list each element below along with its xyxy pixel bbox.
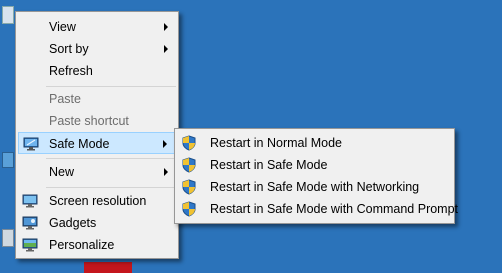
desktop-taskbar-fragment: [84, 262, 132, 273]
gadgets-icon: [22, 215, 38, 231]
screen-resolution-icon: [22, 193, 38, 209]
menu-item-paste[interactable]: Paste: [18, 88, 176, 110]
submenu-arrow-icon: [163, 140, 167, 148]
menu-item-label: Sort by: [49, 42, 89, 56]
menu-item-label: Refresh: [49, 64, 93, 78]
menu-item-label: Screen resolution: [49, 194, 147, 208]
menu-item-new[interactable]: New: [18, 161, 176, 183]
menu-item-personalize[interactable]: Personalize: [18, 234, 176, 256]
menu-item-screen-resolution[interactable]: Screen resolution: [18, 190, 176, 212]
menu-item-label: New: [49, 165, 75, 179]
menu-item-label: View: [49, 20, 76, 34]
safe-mode-submenu: Restart in Normal Mode Restart in Safe M…: [174, 128, 458, 224]
desktop-icon-partial-middle[interactable]: [0, 150, 14, 180]
menu-item-label: Safe Mode: [49, 137, 110, 151]
submenu-arrow-icon: [164, 168, 168, 176]
uac-shield-icon: [181, 135, 197, 151]
menu-item-label: Personalize: [49, 238, 115, 252]
submenu-arrow-icon: [164, 45, 168, 53]
menu-item-label: Paste shortcut: [49, 114, 129, 128]
menu-item-label: Gadgets: [49, 216, 97, 230]
uac-shield-icon: [181, 157, 197, 173]
submenu-item-label: Restart in Safe Mode: [210, 158, 328, 172]
uac-shield-icon: [181, 201, 197, 217]
menu-item-view[interactable]: View: [18, 16, 176, 38]
personalize-icon: [22, 237, 38, 253]
submenu-item-restart-safe-networking[interactable]: Restart in Safe Mode with Networking: [177, 176, 452, 198]
menu-item-safe-mode[interactable]: Safe Mode: [18, 132, 176, 154]
menu-item-paste-shortcut[interactable]: Paste shortcut: [18, 110, 176, 132]
desktop-context-menu: View Sort by Refresh Paste Paste shortcu…: [15, 11, 179, 259]
menu-item-gadgets[interactable]: Gadgets: [18, 212, 176, 234]
desktop-icon-partial-top[interactable]: [0, 0, 14, 32]
submenu-item-restart-safe[interactable]: Restart in Safe Mode: [177, 154, 452, 176]
submenu-item-restart-normal[interactable]: Restart in Normal Mode: [177, 132, 452, 154]
uac-shield-icon: [181, 179, 197, 195]
menu-separator: [46, 86, 176, 87]
menu-item-refresh[interactable]: Refresh: [18, 60, 176, 82]
safe-mode-icon: [23, 136, 39, 152]
menu-item-sort-by[interactable]: Sort by: [18, 38, 176, 60]
submenu-arrow-icon: [164, 23, 168, 31]
menu-item-label: Paste: [49, 92, 81, 106]
menu-separator: [46, 158, 176, 159]
submenu-item-restart-safe-command-prompt[interactable]: Restart in Safe Mode with Command Prompt: [177, 198, 458, 220]
menu-separator: [46, 187, 176, 188]
desktop-icon-partial-bottom[interactable]: [0, 225, 14, 270]
submenu-item-label: Restart in Safe Mode with Command Prompt: [210, 202, 459, 216]
submenu-item-label: Restart in Safe Mode with Networking: [210, 180, 420, 194]
submenu-item-label: Restart in Normal Mode: [210, 136, 342, 150]
